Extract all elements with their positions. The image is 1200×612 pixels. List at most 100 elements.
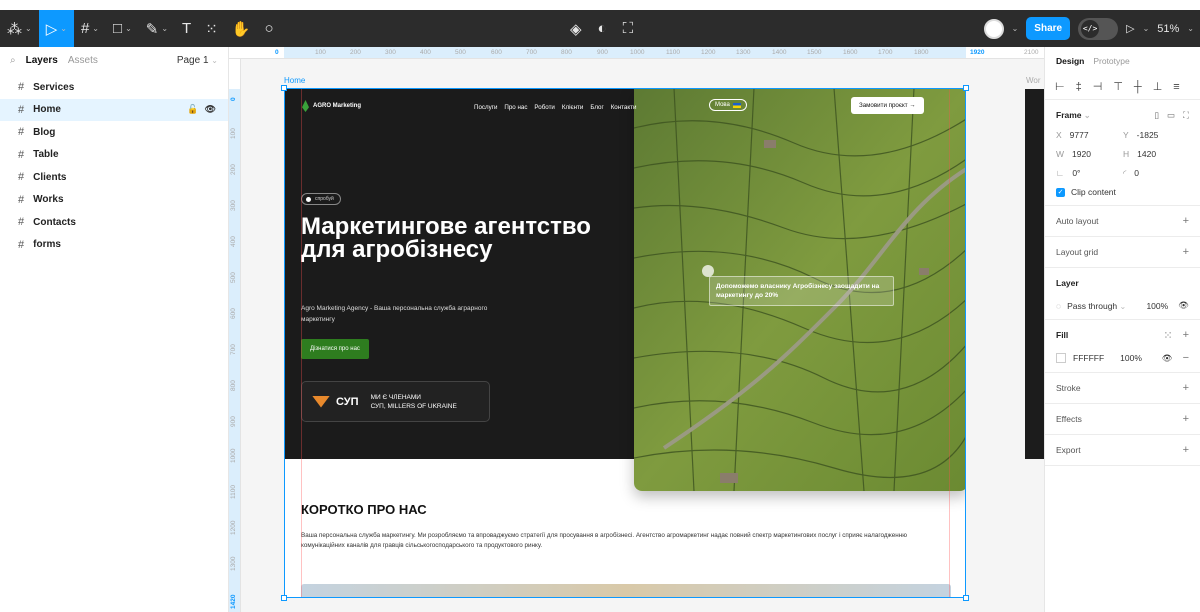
chevron-down-icon[interactable]: ⌄ bbox=[1187, 24, 1194, 33]
play-icon[interactable]: ▷ bbox=[1126, 22, 1134, 35]
align-right-icon[interactable]: ⊣ bbox=[1093, 80, 1103, 93]
component-icon[interactable]: ◈ bbox=[570, 20, 582, 38]
comment-tool-button[interactable]: ○ bbox=[257, 10, 280, 47]
fill-color-swatch[interactable] bbox=[1056, 353, 1066, 363]
y-field[interactable]: Y -1825 bbox=[1123, 130, 1190, 140]
checkbox-checked-icon[interactable]: ✓ bbox=[1056, 187, 1065, 197]
order-project-button[interactable]: Замовити проєкт → bbox=[851, 97, 924, 114]
x-field[interactable]: X 9777 bbox=[1056, 130, 1123, 140]
add-icon[interactable]: + bbox=[1183, 215, 1189, 227]
panel-tabs: ⌕ Layers Assets Page 1 ⌄ bbox=[0, 47, 228, 74]
ruler-tick: 500 bbox=[230, 272, 237, 283]
pen-tool-button[interactable]: ✎ ⌄ bbox=[139, 10, 175, 47]
distribute-icon[interactable]: ≡ bbox=[1173, 81, 1179, 93]
hand-tool-button[interactable]: ✋ bbox=[225, 10, 258, 47]
adjacent-frame-label[interactable]: Wor bbox=[1026, 76, 1041, 85]
dot-icon bbox=[306, 196, 311, 202]
share-button[interactable]: Share bbox=[1026, 17, 1071, 40]
hand-icon: ✋ bbox=[231, 20, 251, 38]
avatar[interactable] bbox=[983, 18, 1004, 39]
stroke-title: Stroke bbox=[1056, 383, 1081, 393]
learn-more-button[interactable]: Дізнатися про нас bbox=[301, 339, 369, 359]
rotation-field[interactable]: ∟ 0° bbox=[1056, 168, 1123, 179]
chevron-down-icon[interactable]: ⌄ bbox=[1143, 24, 1150, 33]
site-nav: Послуги Про нас Роботи Клієнти Блог Конт… bbox=[474, 104, 636, 111]
tab-layers[interactable]: Layers bbox=[26, 55, 58, 66]
align-top-icon[interactable]: ⊤ bbox=[1113, 80, 1123, 93]
frame-tool-button[interactable]: # ⌄ bbox=[74, 10, 106, 47]
layer-item-works[interactable]: # Works bbox=[0, 189, 228, 212]
frame-name-label[interactable]: Home bbox=[284, 76, 305, 85]
eye-icon[interactable]: 👁 bbox=[205, 104, 216, 115]
resize-handle[interactable] bbox=[281, 85, 287, 91]
frame-icon: # bbox=[18, 81, 25, 94]
unlock-icon[interactable]: 🔓 bbox=[187, 104, 198, 115]
nav-item-services[interactable]: Послуги bbox=[474, 104, 497, 111]
clip-content-row[interactable]: ✓ Clip content bbox=[1056, 187, 1189, 197]
fill-hex[interactable]: FFFFFF bbox=[1073, 353, 1104, 363]
crop-icon[interactable]: ⛶ bbox=[623, 20, 634, 37]
add-icon[interactable]: + bbox=[1183, 413, 1189, 425]
fill-opacity[interactable]: 100% bbox=[1120, 353, 1142, 363]
shape-tool-button[interactable]: □ ⌄ bbox=[106, 10, 139, 47]
main-menu-button[interactable]: ⁂ ⌄ bbox=[0, 10, 39, 47]
layer-item-table[interactable]: # Table bbox=[0, 144, 228, 167]
tab-prototype[interactable]: Prototype bbox=[1093, 56, 1129, 66]
add-icon[interactable]: + bbox=[1183, 382, 1189, 394]
nav-item-blog[interactable]: Блог bbox=[590, 104, 603, 111]
layer-item-clients[interactable]: # Clients bbox=[0, 166, 228, 189]
chevron-down-icon[interactable]: ⌄ bbox=[1012, 24, 1019, 33]
resize-to-fit-icon[interactable]: ⛶ bbox=[1183, 110, 1189, 121]
brand-logo[interactable]: AGRO Marketing bbox=[302, 100, 361, 112]
nav-item-works[interactable]: Роботи bbox=[534, 104, 554, 111]
remove-icon[interactable]: − bbox=[1183, 352, 1189, 364]
ruler-tick: 700 bbox=[526, 49, 537, 56]
add-icon[interactable]: + bbox=[1183, 329, 1189, 342]
blend-mode-select[interactable]: Pass through ⌄ bbox=[1067, 301, 1126, 311]
adjacent-frame[interactable] bbox=[1025, 89, 1044, 459]
layer-section: Layer ◌ Pass through ⌄ 100% 👁 bbox=[1045, 268, 1200, 320]
layer-item-services[interactable]: # Services bbox=[0, 76, 228, 99]
tab-design[interactable]: Design bbox=[1056, 56, 1084, 66]
add-icon[interactable]: + bbox=[1183, 246, 1189, 258]
height-field[interactable]: H 1420 bbox=[1123, 149, 1190, 159]
move-tool-button[interactable]: ▷ ⌄ bbox=[38, 10, 74, 47]
corner-radius-field[interactable]: ◜ 0 bbox=[1123, 168, 1190, 179]
page-selector[interactable]: Page 1 ⌄ bbox=[177, 55, 218, 66]
dev-mode-toggle[interactable]: </> bbox=[1078, 17, 1119, 40]
layer-item-contacts[interactable]: # Contacts bbox=[0, 211, 228, 234]
language-switch[interactable]: Мова bbox=[709, 99, 747, 111]
layer-item-forms[interactable]: # forms bbox=[0, 234, 228, 257]
resize-handle[interactable] bbox=[963, 595, 969, 601]
portrait-icon[interactable]: ▯ bbox=[1154, 110, 1159, 121]
home-frame[interactable]: AGRO Marketing Послуги Про нас Роботи Кл… bbox=[284, 88, 966, 598]
eye-icon[interactable]: 👁 bbox=[1178, 300, 1189, 311]
layer-opacity[interactable]: 100% bbox=[1146, 301, 1168, 311]
nav-item-about[interactable]: Про нас bbox=[504, 104, 527, 111]
align-left-icon[interactable]: ⊢ bbox=[1055, 80, 1065, 93]
align-middle-icon[interactable]: ┼ bbox=[1134, 81, 1142, 93]
add-icon[interactable]: + bbox=[1183, 444, 1189, 456]
contrast-icon[interactable]: ◐ bbox=[598, 20, 607, 37]
nav-item-clients[interactable]: Клієнти bbox=[562, 104, 583, 111]
resize-handle[interactable] bbox=[281, 595, 287, 601]
tab-assets[interactable]: Assets bbox=[68, 55, 98, 66]
frame-section-title[interactable]: Frame ⌄ bbox=[1056, 110, 1091, 120]
canvas[interactable]: 0 100 200 300 400 500 600 700 800 900 10… bbox=[229, 47, 1044, 612]
eye-icon[interactable]: 👁 bbox=[1162, 353, 1173, 364]
layer-list: # Services # Home 🔓 👁 # Blog # Table # Clients … bbox=[0, 76, 228, 256]
width-field[interactable]: W 1920 bbox=[1056, 149, 1123, 159]
try-pill[interactable]: спробуй bbox=[301, 193, 341, 205]
styles-icon[interactable]: ⁙ bbox=[1163, 329, 1172, 342]
resources-button[interactable]: ⁙ bbox=[198, 10, 225, 47]
align-center-h-icon[interactable]: ‡ bbox=[1076, 81, 1082, 93]
landscape-icon[interactable]: ▭ bbox=[1167, 110, 1175, 121]
resize-handle[interactable] bbox=[963, 85, 969, 91]
nav-item-contacts[interactable]: Контакти bbox=[611, 104, 637, 111]
text-tool-button[interactable]: T bbox=[175, 10, 198, 47]
align-bottom-icon[interactable]: ⊥ bbox=[1153, 80, 1163, 93]
layer-item-home[interactable]: # Home 🔓 👁 bbox=[0, 98, 228, 121]
search-icon[interactable]: ⌕ bbox=[10, 55, 16, 66]
zoom-level[interactable]: 51% bbox=[1157, 23, 1179, 35]
layer-item-blog[interactable]: # Blog bbox=[0, 121, 228, 144]
